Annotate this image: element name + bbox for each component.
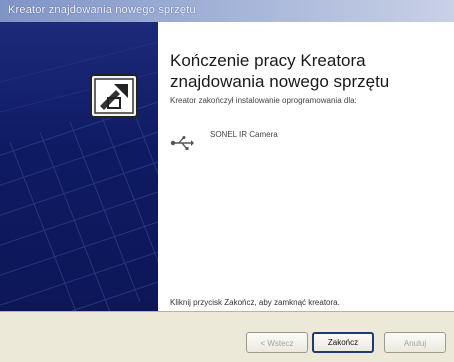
device-name: SONEL IR Camera [210, 130, 278, 139]
installed-device-row: SONEL IR Camera [170, 130, 440, 154]
page-heading: Kończenie pracy Kreatora znajdowania now… [170, 50, 389, 92]
install-status-text: Kreator zakończył instalowanie oprogramo… [170, 96, 357, 105]
cancel-button[interactable]: Anuluj [384, 332, 446, 353]
hardware-wizard-icon [90, 74, 138, 118]
usb-icon [170, 136, 194, 150]
finish-button[interactable]: Zakończ [312, 332, 374, 353]
wizard-window: Kreator znajdowania nowego sprzętu Kończ… [0, 0, 454, 362]
banner-grid-pattern [0, 41, 158, 311]
heading-line-1: Kończenie pracy Kreatora [170, 51, 366, 70]
button-bar: < Wstecz Zakończ Anuluj [0, 311, 454, 362]
wizard-content: Kończenie pracy Kreatora znajdowania now… [158, 22, 454, 311]
finish-instruction-text: Kliknij przycisk Zakończ, aby zamknąć kr… [170, 298, 340, 307]
back-button[interactable]: < Wstecz [246, 332, 308, 353]
window-title: Kreator znajdowania nowego sprzętu [8, 4, 196, 16]
heading-line-2: znajdowania nowego sprzętu [170, 72, 390, 91]
wizard-banner [0, 22, 158, 311]
title-bar[interactable]: Kreator znajdowania nowego sprzętu [0, 0, 454, 23]
